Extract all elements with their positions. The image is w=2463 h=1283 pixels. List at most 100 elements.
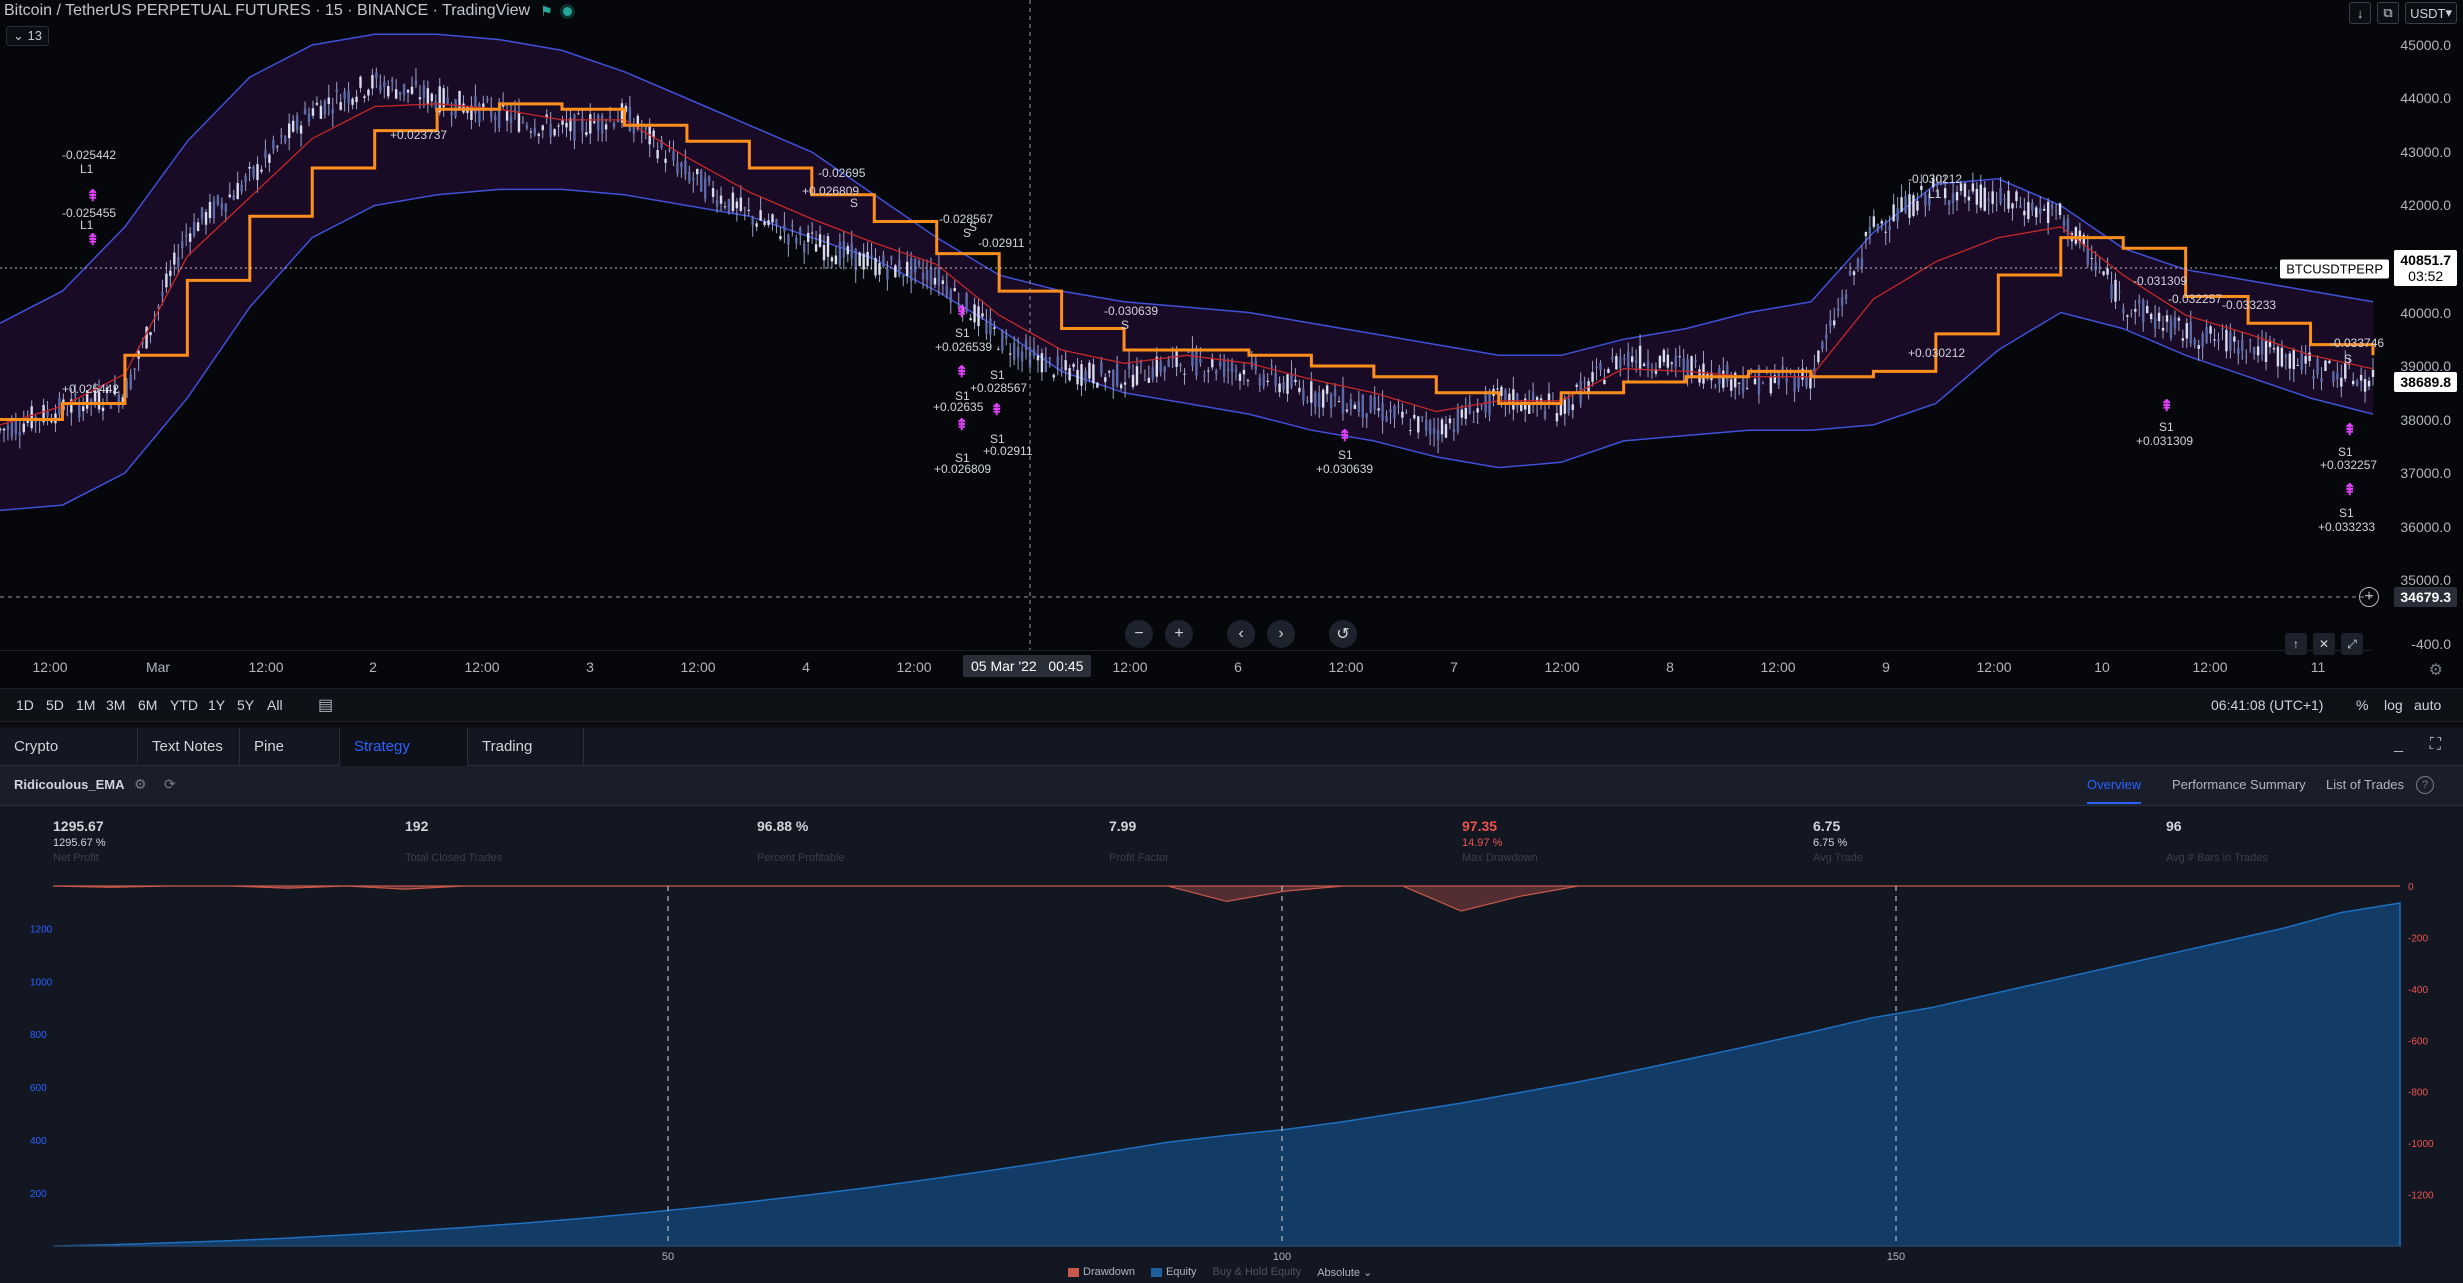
log-toggle[interactable]: log (2384, 697, 2403, 713)
trade-annotation: -0.02695 (818, 166, 866, 180)
range-6m[interactable]: 6M (138, 697, 157, 713)
maximize-panel-icon[interactable]: ⛶ (2430, 736, 2441, 754)
range-5d[interactable]: 5D (46, 697, 64, 713)
candle-body (1825, 334, 1828, 339)
candle-body (2157, 312, 2161, 322)
settings-gear-icon[interactable]: ⚙ (2429, 660, 2443, 680)
candle-body (232, 195, 235, 200)
price-axis[interactable]: 45000.044000.043000.042000.041000.040000… (2373, 0, 2463, 680)
candle-body (228, 194, 231, 198)
scroll-right-icon[interactable]: › (1267, 620, 1295, 648)
clock[interactable]: 06:41:08 (UTC+1) (2211, 697, 2323, 713)
legend-drawdown[interactable]: Drawdown (1068, 1266, 1135, 1279)
percent-toggle[interactable]: % (2356, 697, 2368, 713)
range-1m[interactable]: 1M (76, 697, 95, 713)
candle-body (109, 405, 113, 409)
candle-body (2161, 327, 2165, 331)
candle-body (2007, 190, 2010, 209)
range-1d[interactable]: 1D (16, 697, 34, 713)
reset-chart-icon[interactable]: ↺ (1329, 620, 1357, 648)
range-all[interactable]: All (267, 697, 283, 713)
scroll-left-icon[interactable]: ‹ (1227, 620, 1255, 648)
help-icon[interactable]: ? (2416, 776, 2434, 794)
tab-crypto-screener[interactable]: Crypto Screener ⌄ (0, 728, 138, 793)
candle-body (1163, 366, 1166, 372)
metric-value: 7.99 (1109, 818, 1137, 834)
candle-body (929, 267, 933, 285)
candle-body (1563, 398, 1567, 414)
candle-body (260, 169, 263, 172)
candle-body (169, 270, 172, 276)
candle-body (406, 89, 410, 93)
candle-body (1694, 360, 1697, 363)
refresh-icon[interactable]: ⟳ (164, 776, 176, 793)
tab-pine-editor[interactable]: Pine Editor (240, 728, 340, 793)
candle-body (1595, 366, 1598, 368)
candle-body (565, 122, 568, 128)
equity-chart[interactable]: 50 100 150 1200 1000 800 600 400 200 0 -200 -400 -60… (0, 866, 2463, 1266)
minimize-icon[interactable]: _ (2394, 736, 2403, 754)
zoom-in-icon[interactable]: + (1165, 620, 1193, 648)
candle-body (806, 232, 810, 242)
candle-body (1226, 369, 1230, 371)
candle-body (1769, 377, 1773, 394)
candle-body (763, 221, 766, 225)
time-tick: 12:00 (680, 659, 716, 675)
candle-body (1092, 364, 1095, 384)
auto-toggle[interactable]: auto (2414, 697, 2441, 713)
legend-buy-hold[interactable]: Buy & Hold Equity (1213, 1266, 1302, 1279)
candle-body (846, 246, 849, 255)
candle-body (1876, 223, 1879, 232)
candle-body (2122, 308, 2125, 313)
candle-body (700, 170, 703, 192)
trade-arrow-icon: ⇞ (990, 402, 1004, 419)
range-1y[interactable]: 1Y (208, 697, 225, 713)
legend-label: Buy & Hold Equity (1212, 1266, 1302, 1278)
candle-body (1955, 191, 1959, 201)
candle-body (707, 176, 711, 182)
zoom-out-icon[interactable]: − (1125, 620, 1153, 648)
candle-body (323, 100, 327, 115)
candle-body (1761, 383, 1765, 385)
tab-text-notes[interactable]: Text Notes (138, 728, 240, 766)
tab-overview[interactable]: Overview (2087, 777, 2142, 804)
download-icon[interactable]: ↓ (2349, 2, 2372, 24)
legend-equity[interactable]: Equity (1150, 1266, 1197, 1279)
range-ytd[interactable]: YTD (170, 697, 198, 713)
drawdown-y-tick: -200 (2408, 933, 2428, 944)
strategy-name[interactable]: Ridicoulous_EMA (14, 777, 125, 792)
candle-body (1409, 429, 1412, 431)
candle-body (1381, 402, 1384, 421)
candle-body (1726, 364, 1729, 382)
time-axis[interactable]: 12:00 Mar 12:00 2 12:00 3 12:00 4 12:00 12:00 6 12:… (0, 650, 2373, 680)
candle-body (2165, 315, 2169, 322)
range-5y[interactable]: 5Y (237, 697, 254, 713)
flag-icon[interactable]: ⚑ (540, 3, 553, 20)
equity-y-tick: 1200 (30, 924, 53, 935)
tab-performance-summary[interactable]: Performance Summary (2172, 777, 2306, 792)
candle-body (2106, 268, 2109, 275)
candle-body (2312, 375, 2315, 379)
calendar-icon[interactable]: ▤ (318, 695, 333, 715)
add-alert-icon[interactable]: + (2359, 587, 2379, 607)
trade-annotation: -0.033233 (2222, 298, 2277, 312)
indicators-toggle[interactable]: ⌄ 13 (6, 26, 49, 46)
candle-body (1044, 356, 1048, 373)
candle-body (842, 241, 846, 258)
price-chart-canvas[interactable] (0, 0, 2463, 720)
trade-annotation: S1 (990, 368, 1005, 382)
candle-body (379, 84, 382, 91)
symbol-title[interactable]: Bitcoin / TetherUS PERPETUAL FUTURES · 1… (4, 2, 530, 20)
tab-list-of-trades[interactable]: List of Trades (2326, 777, 2404, 792)
chart-header: Bitcoin / TetherUS PERPETUAL FUTURES · 1… (4, 2, 572, 20)
absolute-select[interactable]: Absolute ⌄ (1317, 1266, 1372, 1279)
candle-body (2229, 331, 2232, 351)
tab-trading-panel[interactable]: Trading Panel (468, 728, 584, 793)
price-chart[interactable]: Bitcoin / TetherUS PERPETUAL FUTURES · 1… (0, 0, 2463, 720)
candle-body (181, 241, 184, 249)
settings-icon[interactable]: ⚙ (134, 776, 147, 793)
candle-body (2102, 271, 2105, 275)
range-3m[interactable]: 3M (106, 697, 125, 713)
candle-body (985, 322, 988, 334)
tab-strategy-tester[interactable]: Strategy Tester (340, 728, 468, 793)
